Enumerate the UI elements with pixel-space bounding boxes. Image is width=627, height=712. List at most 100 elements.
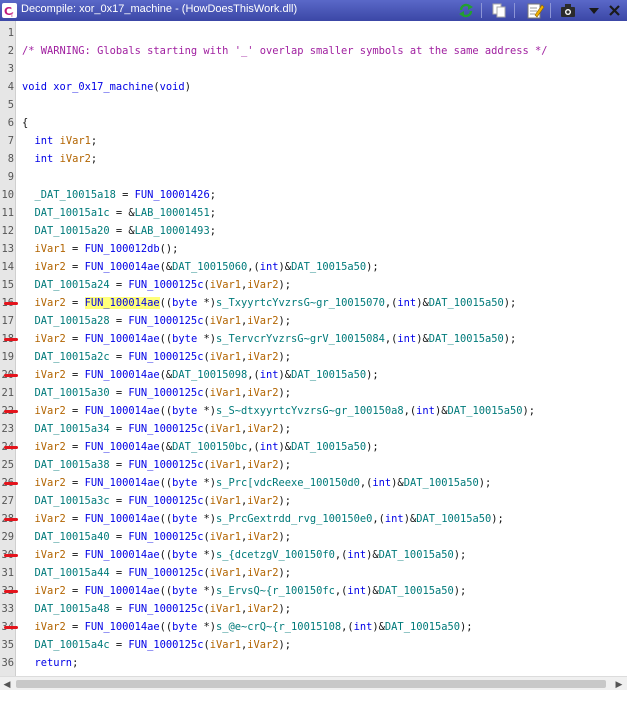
refresh-button[interactable] [456, 1, 476, 20]
token-global[interactable]: DAT_10015a2c [35, 351, 110, 363]
code-line[interactable]: 4 void xor_0x17_machine(void) [0, 78, 627, 96]
copy-button[interactable] [489, 1, 509, 20]
token-global[interactable]: DAT_10015a50 [385, 621, 460, 633]
token-local[interactable]: iVar2 [35, 441, 66, 453]
scroll-left-arrow-icon[interactable]: ◀ [0, 677, 14, 691]
token-local[interactable]: iVar1 [210, 495, 241, 507]
token-local[interactable]: iVar2 [35, 549, 66, 561]
token-func[interactable]: FUN_1000125c [128, 423, 203, 435]
code-line[interactable]: 31 DAT_10015a44 = FUN_1000125c(iVar1,iVa… [0, 564, 627, 582]
token-global[interactable]: DAT_10015a4c [35, 639, 110, 651]
token-func[interactable]: FUN_100014ae [85, 585, 160, 597]
token-func[interactable]: FUN_1000125c [128, 315, 203, 327]
code-line[interactable]: 22 iVar2 = FUN_100014ae((byte *)s_S~dtxy… [0, 402, 627, 420]
token-global[interactable]: DAT_10015a50 [416, 513, 491, 525]
code-line[interactable]: 32 iVar2 = FUN_100014ae((byte *)s_ErvsQ~… [0, 582, 627, 600]
token-global[interactable]: DAT_10015a50 [379, 549, 454, 561]
token-func[interactable]: FUN_1000125c [128, 639, 203, 651]
token-global[interactable]: DAT_10015098 [172, 369, 247, 381]
code-line[interactable]: 1 [0, 24, 627, 42]
token-local[interactable]: iVar1 [210, 459, 241, 471]
token-local[interactable]: iVar2 [35, 585, 66, 597]
code-line[interactable]: 8 int iVar2; [0, 150, 627, 168]
snapshot-button[interactable] [558, 1, 578, 20]
token-func[interactable]: FUN_1000125c [128, 531, 203, 543]
token-func[interactable]: FUN_1000125c [128, 603, 203, 615]
token-func[interactable]: xor_0x17_machine [53, 81, 153, 93]
code-line[interactable]: 9 [0, 168, 627, 186]
code-line[interactable]: 5 [0, 96, 627, 114]
token-func[interactable]: FUN_1000125c [128, 387, 203, 399]
token-global[interactable]: DAT_10015a1c [35, 207, 110, 219]
token-func[interactable]: FUN_1000125c [128, 351, 203, 363]
code-line[interactable]: 21 DAT_10015a30 = FUN_1000125c(iVar1,iVa… [0, 384, 627, 402]
token-func[interactable]: FUN_100014ae [85, 477, 160, 489]
token-global[interactable]: DAT_10015a50 [291, 261, 366, 273]
token-global[interactable]: DAT_10015a3c [35, 495, 110, 507]
horizontal-scrollbar[interactable]: ◀ ▶ [0, 676, 627, 691]
token-global[interactable]: DAT_10015a28 [35, 315, 110, 327]
menu-dropdown-button[interactable] [584, 1, 604, 20]
token-func[interactable]: FUN_100014ae [85, 369, 160, 381]
code-line[interactable]: 18 iVar2 = FUN_100014ae((byte *)s_Tervcr… [0, 330, 627, 348]
code-line[interactable]: 36 return; [0, 654, 627, 672]
code-line[interactable]: 17 DAT_10015a28 = FUN_1000125c(iVar1,iVa… [0, 312, 627, 330]
token-local[interactable]: iVar2 [247, 279, 278, 291]
token-local[interactable]: iVar2 [247, 567, 278, 579]
token-func[interactable]: FUN_100014ae [85, 513, 160, 525]
code-line[interactable]: 33 DAT_10015a48 = FUN_1000125c(iVar1,iVa… [0, 600, 627, 618]
token-global[interactable]: DAT_10015a50 [404, 477, 479, 489]
token-global[interactable]: LAB_10001451 [135, 207, 210, 219]
token-local[interactable]: iVar2 [35, 369, 66, 381]
token-str[interactable]: s_S~dtxyyrtcYvzrsG~gr_100150a8 [216, 405, 404, 417]
code-line[interactable]: 19 DAT_10015a2c = FUN_1000125c(iVar1,iVa… [0, 348, 627, 366]
token-local[interactable]: iVar1 [210, 567, 241, 579]
code-line[interactable]: 35 DAT_10015a4c = FUN_1000125c(iVar1,iVa… [0, 636, 627, 654]
token-local[interactable]: iVar2 [35, 297, 66, 309]
code-line[interactable]: 12 DAT_10015a20 = &LAB_10001493; [0, 222, 627, 240]
token-local[interactable]: iVar1 [210, 423, 241, 435]
token-func[interactable]: FUN_100014ae [85, 621, 160, 633]
token-global[interactable]: DAT_10015a24 [35, 279, 110, 291]
token-global[interactable]: DAT_10015060 [172, 261, 247, 273]
scroll-right-arrow-icon[interactable]: ▶ [612, 677, 626, 691]
token-global[interactable]: DAT_100150bc [172, 441, 247, 453]
token-func[interactable]: FUN_100014ae [85, 261, 160, 273]
token-local[interactable]: iVar1 [210, 531, 241, 543]
token-str[interactable]: s_@e~crQ~{r_10015108 [216, 621, 341, 633]
token-local[interactable]: iVar2 [247, 423, 278, 435]
code-line[interactable]: 26 iVar2 = FUN_100014ae((byte *)s_Prc[vd… [0, 474, 627, 492]
token-global[interactable]: DAT_10015a50 [379, 585, 454, 597]
token-local[interactable]: iVar1 [210, 639, 241, 651]
token-local[interactable]: iVar2 [247, 351, 278, 363]
token-global[interactable]: DAT_10015a30 [35, 387, 110, 399]
token-local[interactable]: iVar2 [247, 315, 278, 327]
token-local[interactable]: iVar2 [60, 153, 91, 165]
scrollbar-thumb[interactable] [16, 680, 606, 688]
token-local[interactable]: iVar2 [247, 603, 278, 615]
token-global[interactable]: DAT_10015a48 [35, 603, 110, 615]
code-line[interactable]: 10 _DAT_10015a18 = FUN_10001426; [0, 186, 627, 204]
token-global[interactable]: DAT_10015a20 [35, 225, 110, 237]
code-line[interactable]: 16 iVar2 = FUN_100014ae((byte *)s_Txyyrt… [0, 294, 627, 312]
token-local[interactable]: iVar1 [210, 351, 241, 363]
close-button[interactable] [605, 1, 625, 20]
code-line[interactable]: 20 iVar2 = FUN_100014ae(&DAT_10015098,(i… [0, 366, 627, 384]
token-global[interactable]: DAT_10015a34 [35, 423, 110, 435]
token-local[interactable]: iVar2 [35, 477, 66, 489]
code-line[interactable]: 7 int iVar1; [0, 132, 627, 150]
token-global[interactable]: DAT_10015a50 [291, 441, 366, 453]
edit-button[interactable] [525, 1, 545, 20]
code-line[interactable]: 2 /* WARNING: Globals starting with '_' o… [0, 42, 627, 60]
token-local[interactable]: iVar2 [35, 405, 66, 417]
token-local[interactable]: iVar2 [247, 639, 278, 651]
token-str[interactable]: s_ErvsQ~{r_100150fc [216, 585, 335, 597]
token-func[interactable]: FUN_1000125c [128, 567, 203, 579]
token-func[interactable]: FUN_100014ae [85, 405, 160, 417]
token-str[interactable]: s_Prc[vdcReexe_100150d0 [216, 477, 360, 489]
token-str[interactable]: s_TxyyrtcYvzrsG~gr_10015070 [216, 297, 385, 309]
token-local[interactable]: iVar1 [210, 315, 241, 327]
token-local[interactable]: iVar2 [35, 621, 66, 633]
code-line[interactable]: 6{ [0, 114, 627, 132]
code-line[interactable]: 14 iVar2 = FUN_100014ae(&DAT_10015060,(i… [0, 258, 627, 276]
